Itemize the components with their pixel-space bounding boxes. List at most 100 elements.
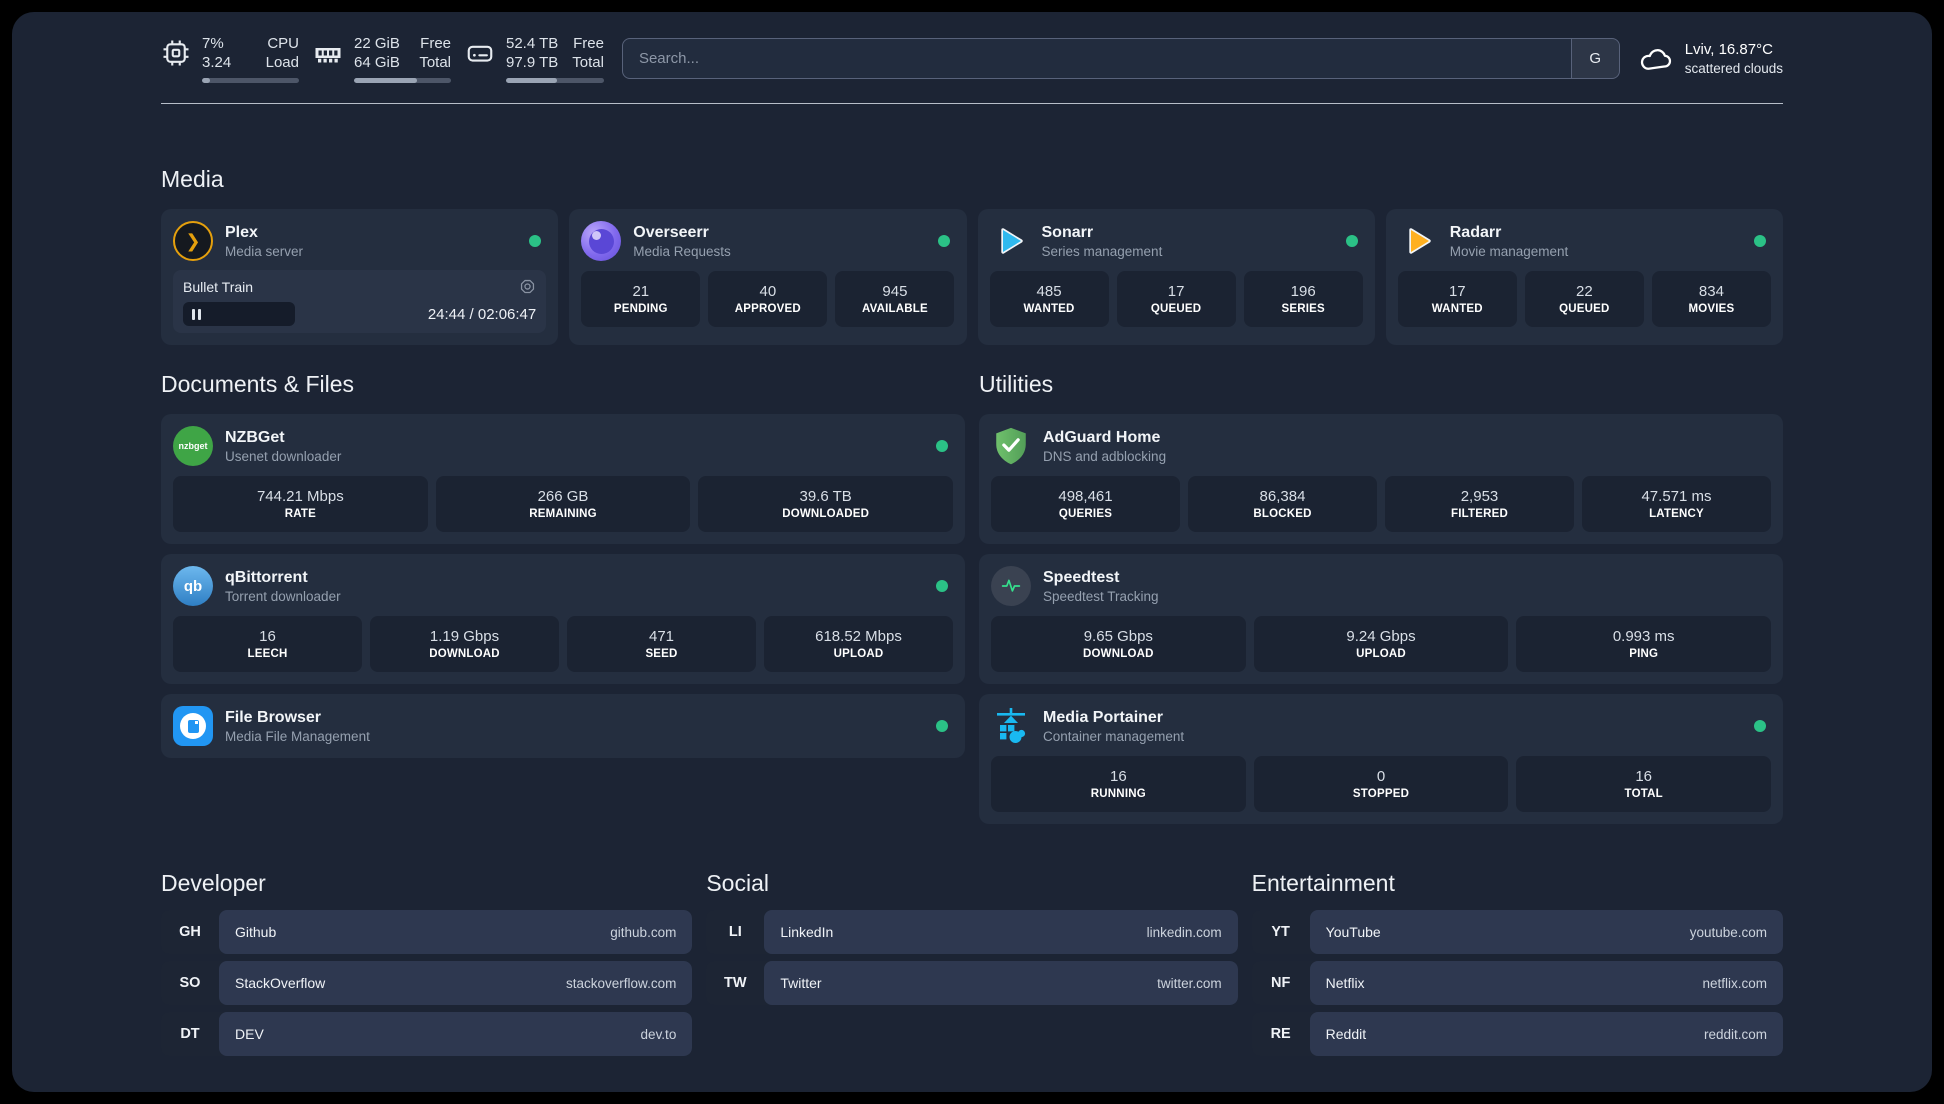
stat-block: 196 SERIES — [1243, 271, 1363, 327]
bookmark-name: DEV — [235, 1026, 264, 1042]
search-input[interactable] — [622, 39, 1571, 78]
bookmark-netflix[interactable]: NF Netflix netflix.com — [1251, 961, 1783, 1005]
stat-label: DOWNLOAD — [429, 648, 500, 660]
bookmark-twitter[interactable]: TW Twitter twitter.com — [706, 961, 1238, 1005]
stat-value: 9.24 Gbps — [1346, 628, 1416, 645]
stat-label: UPLOAD — [833, 648, 884, 660]
stat-label: LATENCY — [1649, 508, 1704, 520]
resource-widgets: 7% 3.24 CPU Load 22 GiB 64 GiB Free Tota… — [161, 34, 604, 83]
service-card-overseerr[interactable]: Overseerr Media Requests 21 PENDING 40 A… — [569, 209, 967, 345]
section-title-social: Social — [706, 870, 769, 896]
service-description: Media Requests — [633, 243, 731, 259]
cpu-resource: 7% 3.24 CPU Load — [161, 34, 299, 83]
stat-value: 0 — [1376, 768, 1386, 785]
memory-icon — [315, 48, 341, 63]
service-description: Series management — [1041, 243, 1163, 259]
plex-icon: ❯ — [173, 221, 213, 261]
stat-block: 0 STOPPED — [1253, 756, 1509, 812]
service-card-adguard[interactable]: AdGuard Home DNS and adblocking 498,461 … — [979, 414, 1783, 544]
stat-block: 21 PENDING — [581, 271, 701, 327]
bookmark-name: Github — [235, 924, 277, 940]
disk-free-label: Free — [573, 35, 604, 52]
stat-block: 618.52 Mbps UPLOAD — [764, 616, 953, 672]
stat-label: LEECH — [247, 648, 288, 660]
service-card-speedtest[interactable]: Speedtest Speedtest Tracking 9.65 Gbps D… — [979, 554, 1783, 684]
stat-value: 945 — [882, 283, 908, 300]
stat-label: PENDING — [613, 303, 668, 315]
status-dot — [936, 720, 948, 732]
service-name: NZBGet — [225, 428, 285, 446]
weather-location: Lviv, 16.87°C — [1684, 40, 1773, 58]
stat-label: QUEUED — [1559, 303, 1610, 315]
plex-now-playing: Bullet Train 24:44 / 02:06:47 — [173, 270, 547, 333]
service-card-radarr[interactable]: Radarr Movie management 17 WANTED 22 QUE… — [1385, 209, 1783, 345]
service-card-filebrowser[interactable]: File Browser Media File Management — [161, 694, 965, 758]
bookmark-url: reddit.com — [1703, 1026, 1767, 1042]
stat-value: 22 — [1576, 283, 1593, 300]
disk-total: 97.9 TB — [506, 54, 559, 71]
stat-block: 39.6 TB DOWNLOADED — [698, 476, 954, 532]
service-name: Plex — [225, 223, 258, 241]
bookmark-url: github.com — [610, 924, 677, 940]
stat-block: 485 WANTED — [989, 271, 1109, 327]
service-card-portainer[interactable]: Media Portainer Container management 16 … — [979, 694, 1783, 824]
stat-block: 9.24 Gbps UPLOAD — [1253, 616, 1509, 672]
disk-free: 52.4 TB — [506, 35, 559, 52]
stat-value: 16 — [1109, 768, 1127, 785]
service-card-nzbget[interactable]: nzbget NZBGet Usenet downloader 744.21 M… — [161, 414, 965, 544]
cpu-load-label: Load — [265, 54, 299, 71]
status-dot — [1754, 720, 1766, 732]
service-name: Overseerr — [633, 223, 709, 241]
utilities-column: Utilities AdGuard Home DNS and adblockin… — [979, 371, 1783, 824]
bookmark-linkedin[interactable]: LI LinkedIn linkedin.com — [706, 910, 1238, 954]
service-card-sonarr[interactable]: Sonarr Series management 485 WANTED 17 Q… — [977, 209, 1375, 345]
stat-block: 471 SEED — [567, 616, 756, 672]
service-name: AdGuard Home — [1043, 428, 1161, 446]
adguard-icon — [996, 427, 1026, 465]
stat-label: WANTED — [1023, 303, 1075, 315]
cpu-icon — [163, 40, 189, 66]
stat-label: TOTAL — [1624, 788, 1663, 800]
bookmark-stackoverflow[interactable]: SO StackOverflow stackoverflow.com — [161, 961, 693, 1005]
memory-progress-bar — [354, 78, 451, 83]
stat-value: 834 — [1698, 283, 1724, 300]
stat-label: STOPPED — [1352, 788, 1410, 800]
bookmark-abbr: TW — [724, 975, 747, 991]
stat-block: 86,384 BLOCKED — [1188, 476, 1377, 532]
bookmark-youtube[interactable]: YT YouTube youtube.com — [1251, 910, 1783, 954]
memory-free: 22 GiB — [354, 35, 400, 52]
bookmark-dev[interactable]: DT DEV dev.to — [161, 1012, 693, 1056]
status-dot — [1754, 235, 1766, 247]
bookmark-name: YouTube — [1325, 924, 1381, 940]
overseerr-icon — [581, 221, 622, 261]
speedtest-icon — [991, 566, 1031, 606]
disk-total-label: Total — [572, 54, 604, 71]
service-description: Usenet downloader — [225, 448, 342, 464]
search-engine-button[interactable]: G — [1570, 39, 1619, 78]
bookmark-name: LinkedIn — [780, 924, 834, 940]
section-title-developer: Developer — [161, 870, 266, 896]
stat-block: 16 RUNNING — [991, 756, 1246, 812]
documents-column: Documents & Files nzbget NZBGet Usenet d… — [161, 371, 965, 824]
section-title-entertainment: Entertainment — [1251, 870, 1395, 896]
bookmark-name: StackOverflow — [235, 975, 326, 991]
stat-block: 2,953 FILTERED — [1385, 476, 1574, 532]
bookmark-github[interactable]: GH Github github.com — [161, 910, 693, 954]
disk-resource: 52.4 TB 97.9 TB Free Total — [465, 34, 604, 83]
cpu-progress-bar — [202, 78, 299, 83]
service-name: Media Portainer — [1043, 708, 1164, 726]
stat-block: 744.21 Mbps RATE — [173, 476, 428, 532]
service-description: Container management — [1043, 728, 1185, 744]
bookmark-reddit[interactable]: RE Reddit reddit.com — [1251, 1012, 1783, 1056]
stat-block: 17 WANTED — [1397, 271, 1517, 327]
service-card-plex[interactable]: ❯ Plex Media server Bullet Train 24:44 /… — [161, 209, 559, 345]
stat-value: 40 — [759, 283, 777, 300]
bookmark-name: Netflix — [1325, 975, 1365, 991]
stat-value: 744.21 Mbps — [256, 488, 344, 505]
disk-progress-bar — [506, 78, 604, 83]
status-dot — [936, 440, 948, 452]
bookmark-abbr: GH — [179, 924, 201, 940]
service-card-qbittorrent[interactable]: qb qBittorrent Torrent downloader 16 LEE… — [161, 554, 965, 684]
service-description: Movie management — [1449, 243, 1569, 259]
stat-block: 1.19 Gbps DOWNLOAD — [370, 616, 559, 672]
